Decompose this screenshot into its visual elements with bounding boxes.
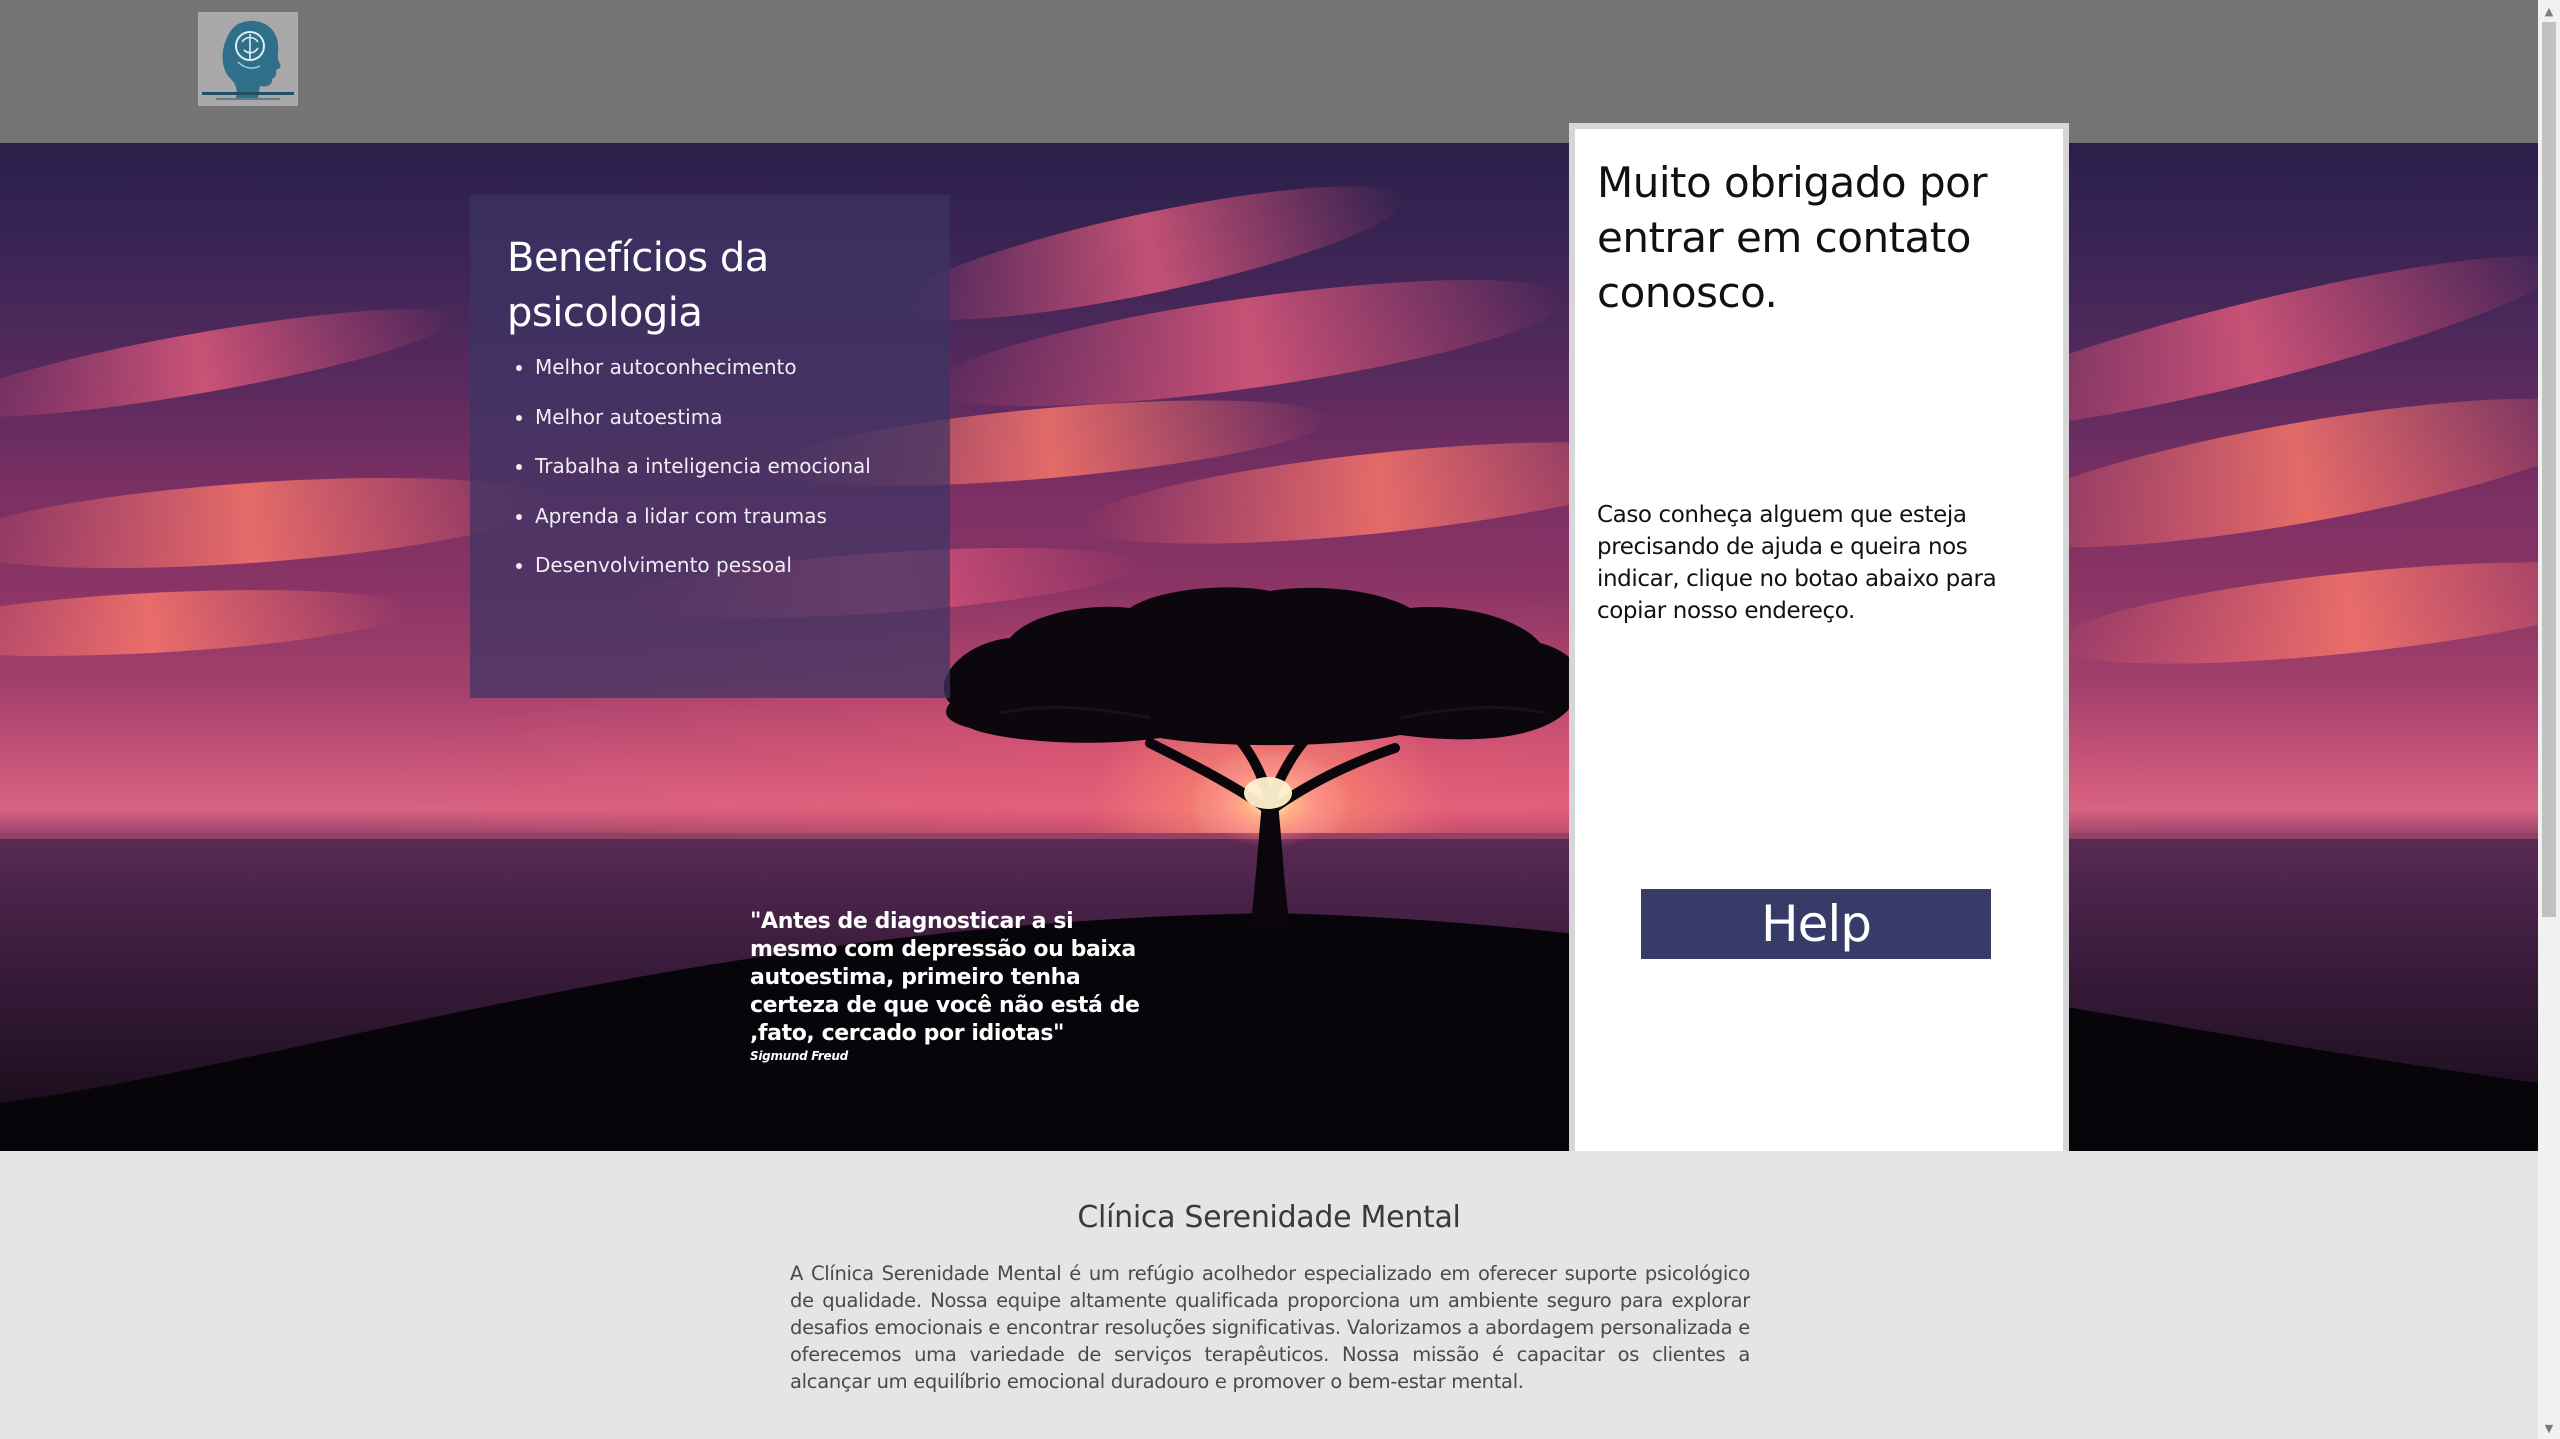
benefits-list: Melhor autoconhecimento Melhor autoestim… xyxy=(507,355,914,577)
contact-thanks-card: Muito obrigado por entrar em contato con… xyxy=(1569,123,2069,1168)
about-description: A Clínica Serenidade Mental é um refúgio… xyxy=(790,1262,1750,1393)
sunset-tree-background xyxy=(0,186,2538,1151)
help-button[interactable]: Help xyxy=(1641,889,1991,959)
caret-down-icon[interactable]: ▼ xyxy=(2538,1417,2560,1439)
head-profile-brain-logo-icon xyxy=(198,12,298,106)
contact-title: Muito obrigado por entrar em contato con… xyxy=(1597,158,1988,317)
freud-quote: "Antes de diagnosticar a si mesmo com de… xyxy=(750,908,1150,1064)
quote-text: "Antes de diagnosticar a si mesmo com de… xyxy=(750,909,1140,1046)
benefit-item: Melhor autoconhecimento xyxy=(535,355,914,379)
about-title: Clínica Serenidade Mental xyxy=(1077,1200,1461,1235)
site-header xyxy=(0,0,2538,143)
hero-section: Benefícios da psicologia Melhor autoconh… xyxy=(0,143,2538,1151)
vertical-scrollbar[interactable]: ▲ ▼ xyxy=(2538,0,2560,1439)
caret-up-icon[interactable]: ▲ xyxy=(2538,0,2560,22)
benefits-panel: Benefícios da psicologia Melhor autoconh… xyxy=(470,195,950,698)
quote-author: Sigmund Freud xyxy=(750,1049,848,1063)
clinic-logo[interactable] xyxy=(198,12,298,106)
scrollbar-thumb[interactable] xyxy=(2542,22,2556,917)
benefit-item: Aprenda a lidar com traumas xyxy=(535,504,914,528)
about-section: Clínica Serenidade Mental A Clínica Sere… xyxy=(0,1151,2538,1439)
benefits-title: Benefícios da psicologia xyxy=(507,235,769,336)
contact-referral-text: Caso conheça alguem que esteja precisand… xyxy=(1597,502,1997,624)
benefit-item: Trabalha a inteligencia emocional xyxy=(535,454,914,478)
benefit-item: Melhor autoestima xyxy=(535,405,914,429)
benefit-item: Desenvolvimento pessoal xyxy=(535,553,914,577)
